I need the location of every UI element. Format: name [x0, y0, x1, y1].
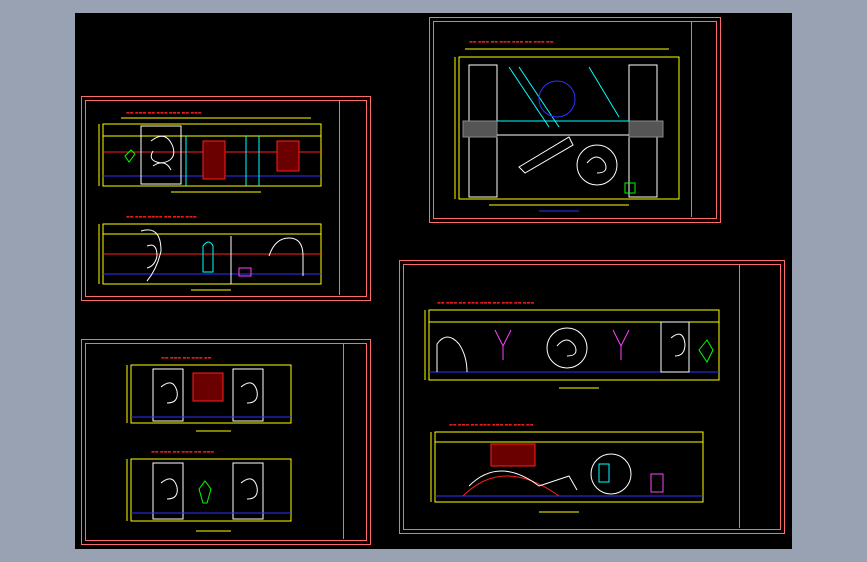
svg-text:▬▬ ▬▬▬ ▬▬ ▬▬▬ ▬▬▬ ▬▬ ▬▬▬ ▬▬ ▬▬: ▬▬ ▬▬▬ ▬▬ ▬▬▬ ▬▬▬ ▬▬ ▬▬▬ ▬▬ ▬▬▬ [437, 300, 534, 305]
elevation-drawings-4: ▬▬ ▬▬▬ ▬▬ ▬▬▬ ▬▬▬ ▬▬ ▬▬▬ ▬▬ ▬▬▬ ▬▬ ▬▬▬ ▬… [424, 300, 720, 513]
elevation-drawings-1: ▬▬ ▬▬▬ ▬▬ ▬▬▬ ▬▬▬ ▬▬ ▬▬▬ ▬▬ ▬▬▬ ▬▬▬▬ ▬▬ … [98, 110, 322, 291]
drawing-sheet-bottom-right[interactable]: ▬▬ ▬▬▬ ▬▬ ▬▬▬ ▬▬▬ ▬▬ ▬▬▬ ▬▬ ▬▬▬ ▬▬ ▬▬▬ ▬… [399, 260, 785, 534]
drawing-sheet-top-left[interactable]: ▬▬ ▬▬▬ ▬▬ ▬▬▬ ▬▬▬ ▬▬ ▬▬▬ ▬▬ ▬▬▬ ▬▬▬▬ ▬▬ … [81, 96, 371, 301]
drawing-sheet-bottom-left[interactable]: ▬▬ ▬▬▬ ▬▬ ▬▬▬ ▬▬ ▬▬ ▬▬▬ ▬▬ ▬▬▬ ▬▬ ▬▬▬ [81, 339, 371, 545]
svg-text:▬▬ ▬▬▬ ▬▬ ▬▬▬ ▬▬▬ ▬▬ ▬▬▬ ▬▬: ▬▬ ▬▬▬ ▬▬ ▬▬▬ ▬▬▬ ▬▬ ▬▬▬ ▬▬ [449, 422, 534, 427]
svg-text:▬▬ ▬▬▬ ▬▬ ▬▬▬ ▬▬▬ ▬▬ ▬▬▬ ▬▬: ▬▬ ▬▬▬ ▬▬ ▬▬▬ ▬▬▬ ▬▬ ▬▬▬ ▬▬ [469, 39, 554, 44]
elevation-drawings-3: ▬▬ ▬▬▬ ▬▬ ▬▬▬ ▬▬ ▬▬ ▬▬▬ ▬▬ ▬▬▬ ▬▬ ▬▬▬ [126, 355, 292, 532]
svg-text:▬▬ ▬▬▬ ▬▬ ▬▬▬ ▬▬ ▬▬▬: ▬▬ ▬▬▬ ▬▬ ▬▬▬ ▬▬ ▬▬▬ [151, 449, 214, 454]
svg-text:▬▬ ▬▬▬ ▬▬ ▬▬▬ ▬▬▬ ▬▬ ▬▬▬: ▬▬ ▬▬▬ ▬▬ ▬▬▬ ▬▬▬ ▬▬ ▬▬▬ [126, 110, 202, 115]
svg-text:▬▬ ▬▬▬ ▬▬ ▬▬▬ ▬▬: ▬▬ ▬▬▬ ▬▬ ▬▬▬ ▬▬ [161, 355, 212, 360]
svg-text:▬▬ ▬▬▬ ▬▬▬▬ ▬▬ ▬▬▬ ▬▬▬: ▬▬ ▬▬▬ ▬▬▬▬ ▬▬ ▬▬▬ ▬▬▬ [126, 214, 197, 219]
elevation-drawings-2: ▬▬ ▬▬▬ ▬▬ ▬▬▬ ▬▬▬ ▬▬ ▬▬▬ ▬▬ [454, 39, 680, 212]
cad-model-space[interactable]: ▬▬ ▬▬▬ ▬▬ ▬▬▬ ▬▬▬ ▬▬ ▬▬▬ ▬▬ ▬▬▬ ▬▬▬▬ ▬▬ … [75, 13, 792, 549]
drawing-sheet-top-right[interactable]: ▬▬ ▬▬▬ ▬▬ ▬▬▬ ▬▬▬ ▬▬ ▬▬▬ ▬▬ [429, 17, 721, 223]
